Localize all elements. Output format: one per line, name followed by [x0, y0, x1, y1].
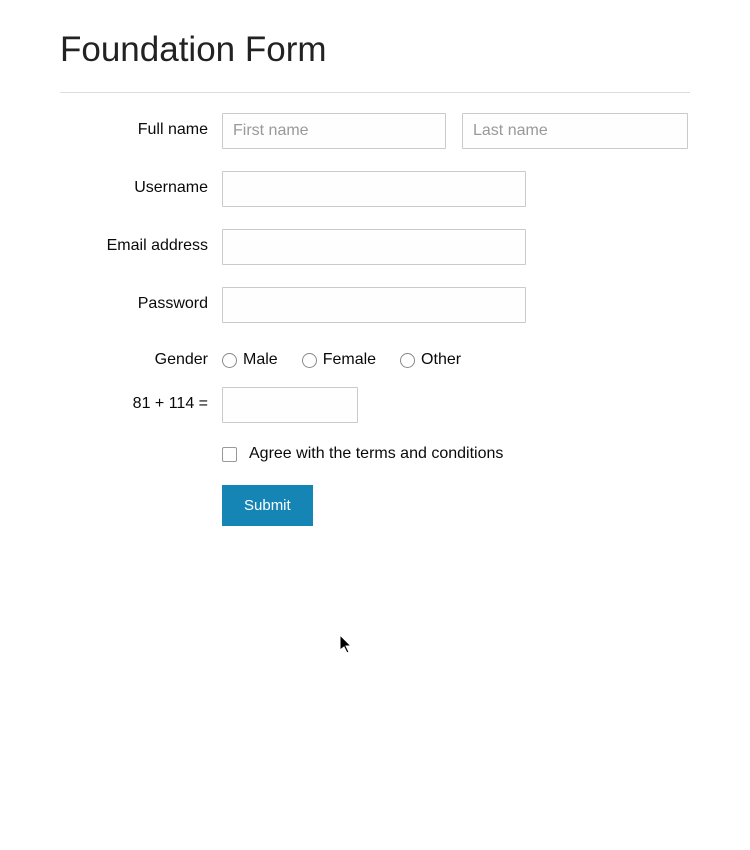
label-email: Email address — [60, 229, 222, 255]
password-input[interactable] — [222, 287, 526, 323]
label-username: Username — [60, 171, 222, 197]
first-name-input[interactable] — [222, 113, 446, 149]
radio-icon — [222, 353, 237, 368]
label-password: Password — [60, 287, 222, 313]
radio-male[interactable]: Male — [222, 351, 278, 369]
radio-other[interactable]: Other — [400, 351, 461, 369]
last-name-input[interactable] — [462, 113, 688, 149]
divider — [60, 92, 690, 93]
radio-icon — [302, 353, 317, 368]
radio-female-label: Female — [323, 351, 376, 369]
label-captcha: 81 + 114 = — [60, 387, 222, 413]
label-gender: Gender — [60, 345, 222, 369]
label-full-name: Full name — [60, 113, 222, 139]
radio-other-label: Other — [421, 351, 461, 369]
terms-label: Agree with the terms and conditions — [249, 445, 503, 463]
checkbox-icon — [222, 447, 237, 462]
radio-female[interactable]: Female — [302, 351, 376, 369]
page-title: Foundation Form — [60, 30, 690, 70]
terms-checkbox[interactable]: Agree with the terms and conditions — [222, 445, 503, 463]
username-input[interactable] — [222, 171, 526, 207]
captcha-input[interactable] — [222, 387, 358, 423]
radio-male-label: Male — [243, 351, 278, 369]
cursor-icon — [340, 635, 354, 655]
submit-button[interactable]: Submit — [222, 485, 313, 526]
radio-icon — [400, 353, 415, 368]
email-input[interactable] — [222, 229, 526, 265]
